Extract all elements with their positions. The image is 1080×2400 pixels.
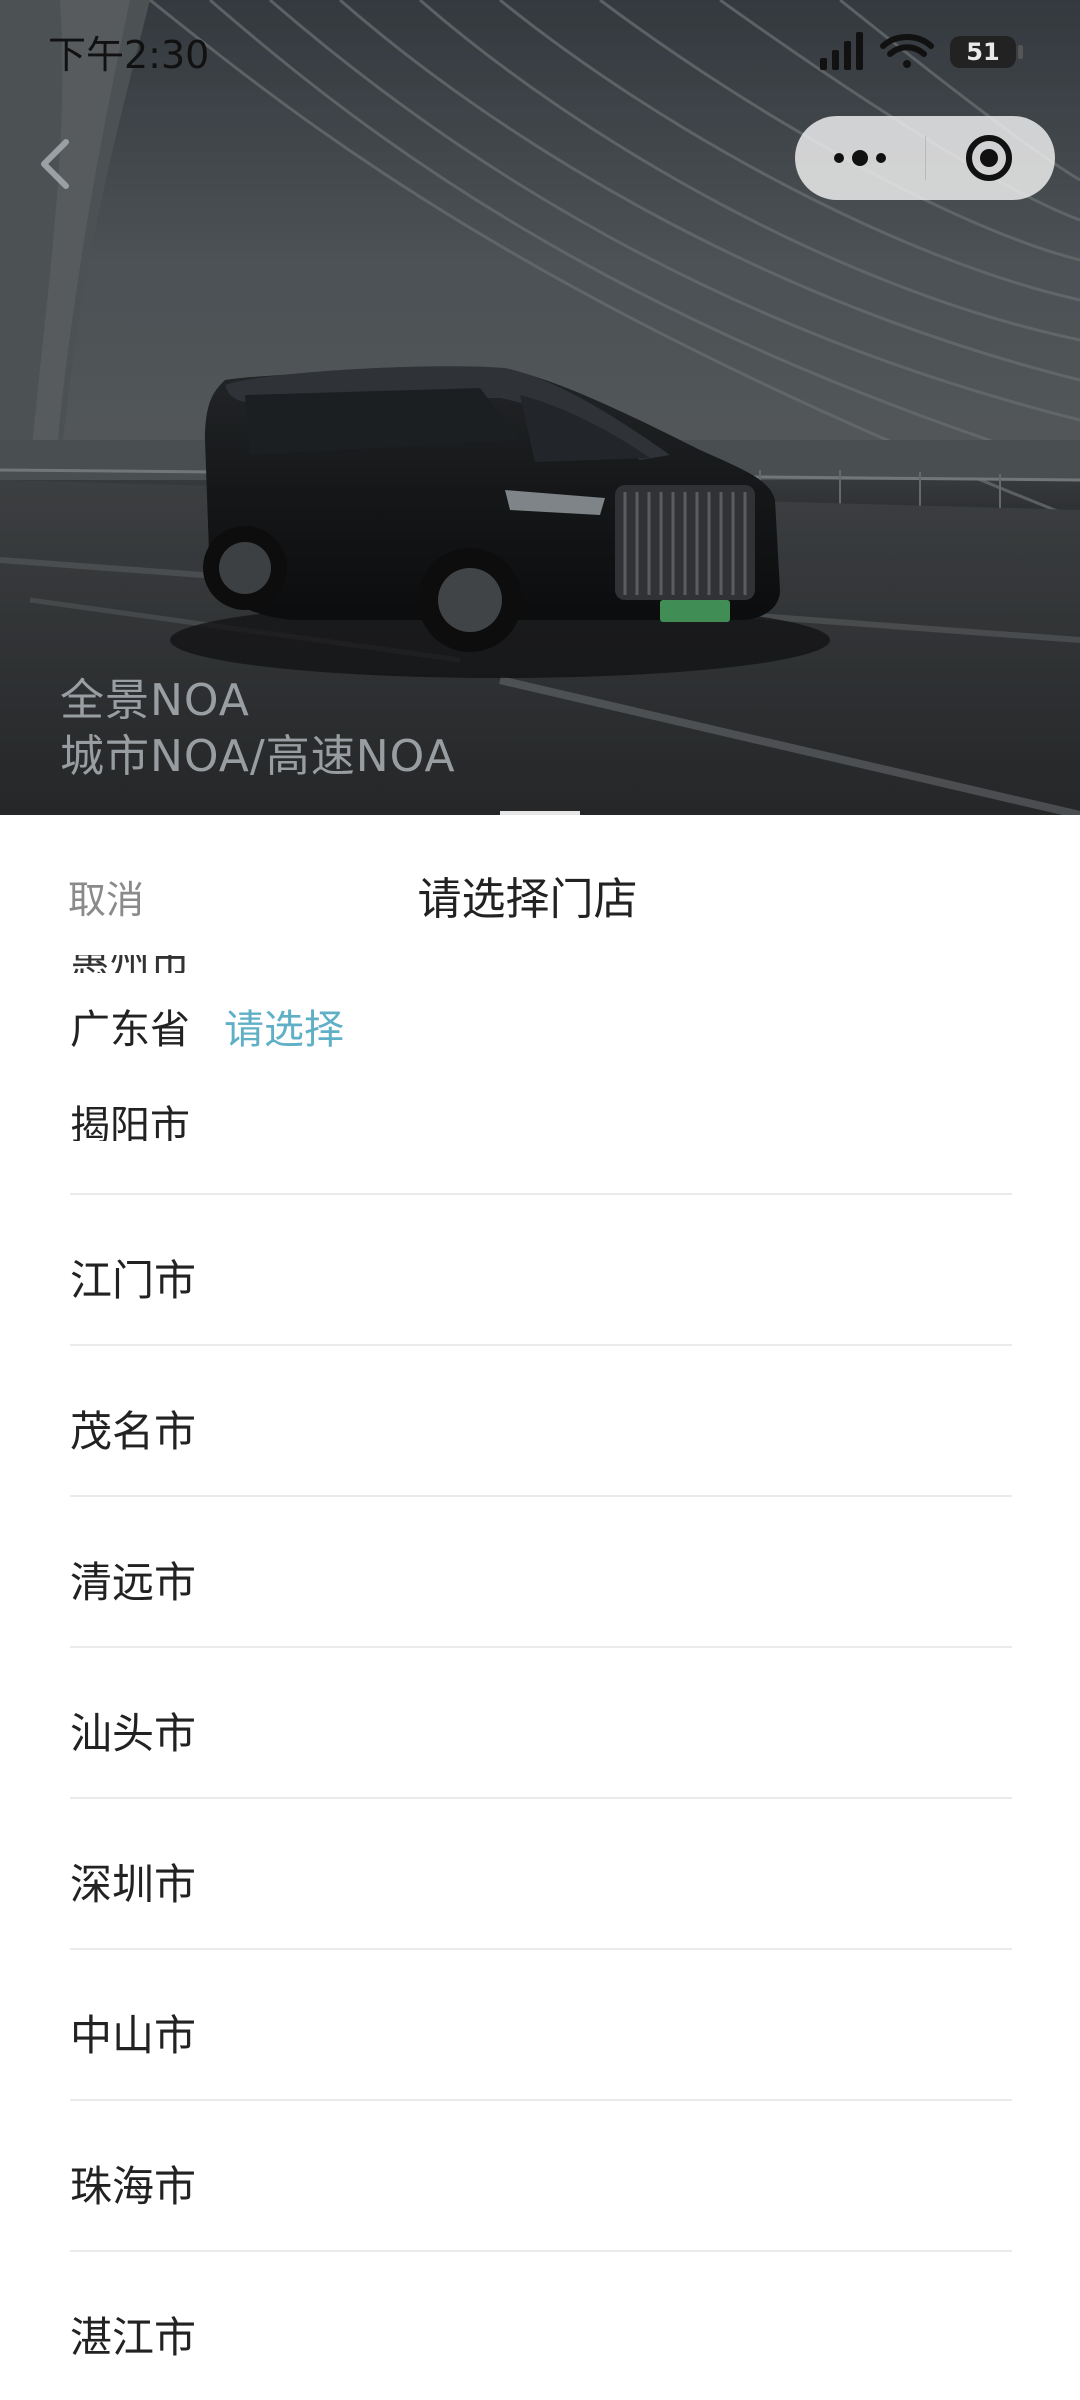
back-button[interactable]	[22, 128, 92, 198]
city-label: 茂名市	[70, 1407, 197, 1456]
city-label: 中山市	[70, 2011, 197, 2060]
more-icon	[834, 150, 886, 166]
region-breadcrumb: 广东省 请选择	[0, 997, 1080, 1077]
banner-caption-line-2: 城市NOA/高速NOA	[60, 731, 456, 782]
list-item-partial[interactable]: 揭阳市	[70, 1105, 270, 1141]
status-icons: 51	[820, 32, 1023, 70]
svg-text:51: 51	[966, 38, 999, 66]
status-bar: 下午2:30 51	[0, 0, 1080, 100]
city-item[interactable]: 湛江市	[70, 2252, 1012, 2400]
city-item[interactable]: 茂名市	[70, 1346, 1012, 1497]
more-button[interactable]	[795, 116, 925, 200]
city-label: 汕头市	[70, 1709, 197, 1758]
target-close-icon	[966, 135, 1012, 181]
city-label: 江门市	[70, 1256, 197, 1305]
back-icon	[41, 139, 69, 189]
city-select-tab[interactable]: 请选择	[224, 997, 344, 1055]
city-item[interactable]: 深圳市	[70, 1799, 1012, 1950]
city-label: 珠海市	[70, 2162, 197, 2211]
banner-caption-line-1: 全景NOA	[60, 675, 250, 726]
mini-program-capsule	[795, 116, 1055, 200]
city-item[interactable]: 江门市	[70, 1195, 1012, 1346]
close-mini-program-button[interactable]	[926, 116, 1055, 200]
wifi-icon	[880, 34, 934, 68]
city-item[interactable]: 清远市	[70, 1497, 1012, 1648]
city-label: 清远市	[70, 1558, 197, 1607]
sheet-header: 取消 请选择门店	[0, 815, 1080, 955]
province-tab[interactable]: 广东省	[70, 997, 190, 1055]
city-label: 湛江市	[70, 2313, 197, 2362]
battery-icon: 51	[950, 36, 1023, 68]
scrolled-item-partial-top: 惠州市	[70, 955, 210, 973]
city-item[interactable]: 中山市	[70, 1950, 1012, 2101]
screen: 全景NOA 城市NOA/高速NOA 下午2:30 51 取消 请选择门店 广东省…	[0, 0, 1080, 2400]
list-item-label: 揭阳市	[70, 1105, 190, 1141]
signal-icon	[820, 32, 863, 70]
sheet-title: 请选择门店	[417, 874, 638, 925]
store-picker-sheet: 取消 请选择门店 惠州市 广东省 请选择 揭阳市 江门市茂名市清远市汕头市深圳市…	[0, 815, 1080, 2400]
city-label: 深圳市	[70, 1860, 197, 1909]
status-time: 下午2:30	[48, 33, 210, 77]
city-item[interactable]: 汕头市	[70, 1648, 1012, 1799]
city-item[interactable]: 珠海市	[70, 2101, 1012, 2252]
scrolled-item-label: 惠州市	[70, 955, 190, 973]
city-list: 江门市茂名市清远市汕头市深圳市中山市珠海市湛江市	[70, 1195, 1012, 2400]
